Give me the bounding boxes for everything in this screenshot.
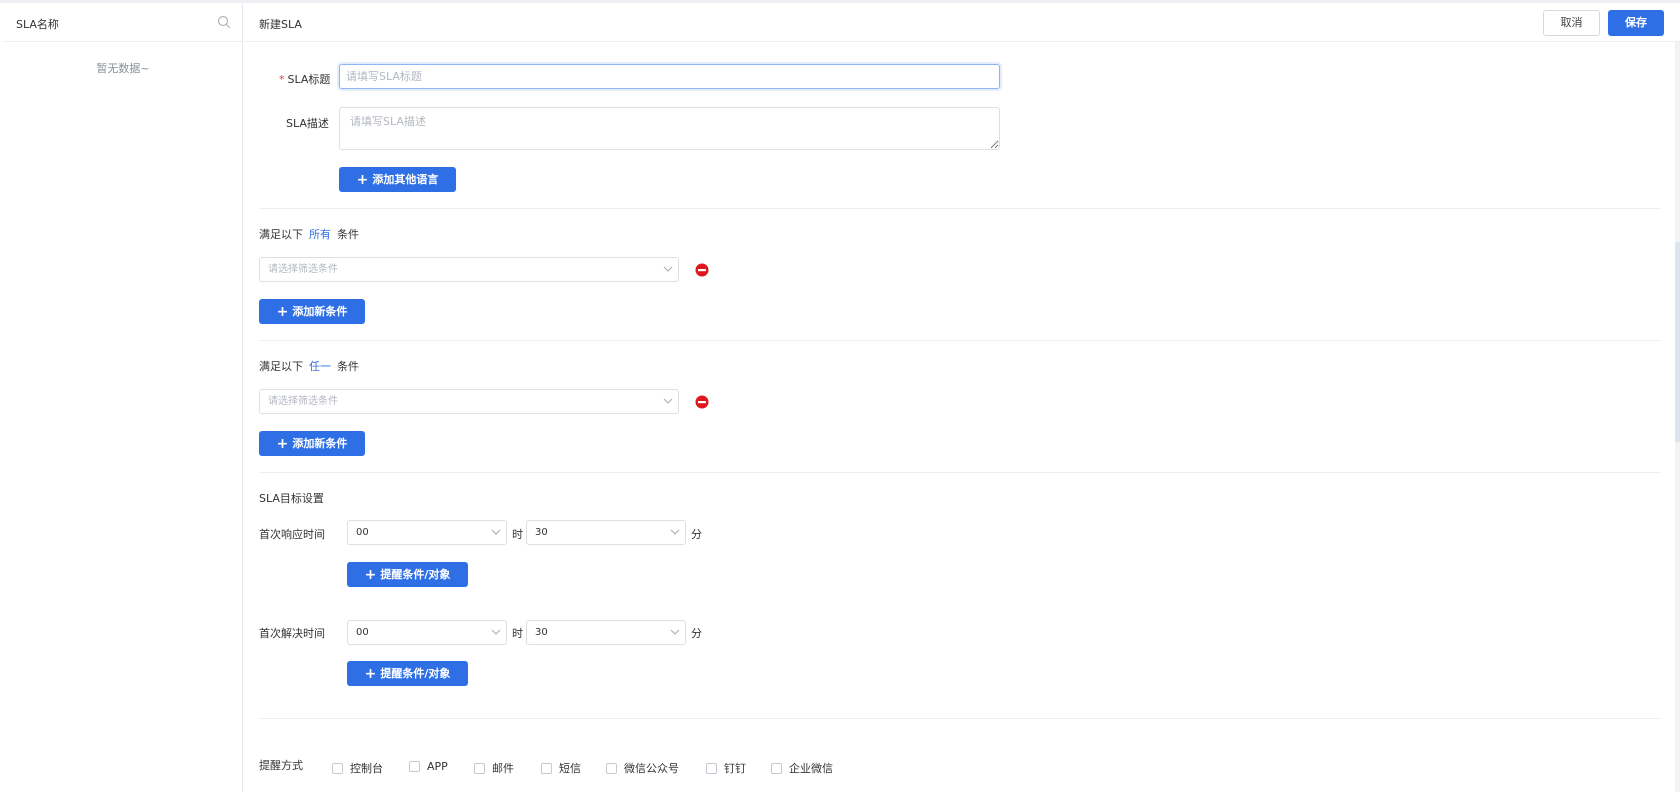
condition-mode-all-link[interactable]: 所有	[309, 228, 331, 241]
reminder-method-label: 提醒方式	[259, 759, 303, 772]
condition-group-any-header: 满足以下 任一 条件	[259, 358, 359, 374]
search-icon[interactable]	[217, 15, 231, 29]
checkbox-label: 控制台	[350, 762, 383, 775]
first-response-remind-button[interactable]: + 提醒条件/对象	[347, 562, 468, 587]
remove-condition-icon[interactable]	[695, 263, 709, 277]
checkbox-label: 微信公众号	[624, 762, 679, 775]
hours-value: 00	[356, 627, 369, 638]
condition-suffix: 条件	[337, 360, 359, 373]
condition-suffix: 条件	[337, 228, 359, 241]
divider	[259, 208, 1661, 209]
scrollbar[interactable]	[1675, 42, 1680, 792]
plus-icon: +	[364, 567, 377, 583]
sla-target-section-title: SLA目标设置	[259, 492, 324, 505]
first-resolve-hours-select[interactable]: 00	[347, 620, 507, 645]
condition-select-placeholder: 请选择筛选条件	[268, 264, 338, 275]
sla-title-label: * SLA标题	[279, 71, 330, 87]
first-response-minutes-select[interactable]: 30	[526, 520, 686, 545]
remove-condition-icon[interactable]	[695, 395, 709, 409]
sla-form: *SLA标题 SLA描述 +添加其他语言 满足以下所有条件 请选择筛选条件 +添…	[244, 42, 1674, 792]
reminder-option-wecom[interactable]: 企业微信	[771, 760, 833, 776]
checkbox-label: 钉钉	[724, 762, 746, 775]
divider	[259, 472, 1661, 473]
hour-unit: 时	[512, 528, 523, 541]
sla-search-box[interactable]: SLA名称	[3, 3, 243, 42]
minutes-value: 30	[535, 627, 548, 638]
condition-select-any[interactable]: 请选择筛选条件	[259, 389, 679, 414]
condition-select-placeholder: 请选择筛选条件	[268, 396, 338, 407]
condition-group-all-header: 满足以下 所有 条件	[259, 226, 359, 242]
sla-title-input[interactable]	[339, 64, 1000, 89]
add-language-button[interactable]: + 添加其他语言	[339, 167, 456, 192]
reminder-option-console[interactable]: 控制台	[332, 760, 383, 776]
plus-icon: +	[276, 436, 289, 452]
sla-list-sidebar: SLA名称 暂无数据~	[3, 3, 243, 792]
reminder-option-wechat-official[interactable]: 微信公众号	[606, 760, 679, 776]
chevron-down-icon	[663, 266, 673, 272]
reminder-option-app[interactable]: APP	[409, 760, 448, 773]
condition-prefix: 满足以下	[259, 360, 303, 373]
first-response-time-label: 首次响应时间	[259, 528, 325, 541]
empty-state-text: 暂无数据~	[96, 62, 150, 75]
checkbox[interactable]	[541, 762, 552, 774]
plus-icon: +	[364, 666, 377, 682]
first-resolve-minutes-select[interactable]: 30	[526, 620, 686, 645]
sla-search-input[interactable]: SLA名称	[16, 16, 59, 32]
sla-desc-label: SLA描述	[286, 117, 329, 130]
minutes-value: 30	[535, 527, 548, 538]
condition-select-all[interactable]: 请选择筛选条件	[259, 257, 679, 282]
add-condition-label: 添加新条件	[292, 437, 348, 450]
first-resolve-time-label: 首次解决时间	[259, 627, 325, 640]
first-resolve-remind-button[interactable]: + 提醒条件/对象	[347, 661, 468, 686]
page-header: 新建SLA 取消 保存	[244, 3, 1680, 42]
checkbox-label: 企业微信	[789, 762, 833, 775]
add-language-label: 添加其他语言	[372, 173, 439, 186]
chevron-down-icon	[670, 529, 680, 535]
condition-mode-any-link[interactable]: 任一	[309, 360, 331, 373]
checkbox[interactable]	[474, 762, 485, 774]
checkbox[interactable]	[409, 761, 420, 772]
divider	[259, 340, 1661, 341]
remind-label: 提醒条件/对象	[380, 667, 451, 680]
sla-desc-textarea[interactable]	[339, 107, 1000, 150]
chevron-down-icon	[491, 529, 501, 535]
plus-icon: +	[276, 304, 289, 320]
add-condition-all-button[interactable]: + 添加新条件	[259, 299, 365, 324]
checkbox[interactable]	[706, 762, 717, 774]
checkbox-label: 邮件	[492, 762, 514, 775]
cancel-button[interactable]: 取消	[1543, 10, 1600, 36]
reminder-option-sms[interactable]: 短信	[541, 760, 581, 776]
checkbox-label: 短信	[559, 762, 581, 775]
condition-prefix: 满足以下	[259, 228, 303, 241]
required-mark: *	[279, 73, 285, 86]
reminder-option-dingtalk[interactable]: 钉钉	[706, 760, 746, 776]
scrollbar-thumb[interactable]	[1675, 242, 1680, 442]
chevron-down-icon	[670, 629, 680, 635]
plus-icon: +	[356, 172, 369, 188]
page-title: 新建SLA	[259, 18, 302, 31]
chevron-down-icon	[663, 398, 673, 404]
first-response-hours-select[interactable]: 00	[347, 520, 507, 545]
checkbox[interactable]	[606, 762, 617, 774]
minute-unit: 分	[691, 528, 702, 541]
checkbox[interactable]	[332, 762, 343, 774]
divider	[259, 718, 1661, 719]
checkbox-label: APP	[427, 760, 448, 773]
hours-value: 00	[356, 527, 369, 538]
reminder-option-email[interactable]: 邮件	[474, 760, 514, 776]
hour-unit: 时	[512, 627, 523, 640]
minute-unit: 分	[691, 627, 702, 640]
remind-label: 提醒条件/对象	[380, 568, 451, 581]
add-condition-label: 添加新条件	[292, 305, 348, 318]
save-button[interactable]: 保存	[1608, 10, 1664, 36]
add-condition-any-button[interactable]: + 添加新条件	[259, 431, 365, 456]
chevron-down-icon	[491, 629, 501, 635]
checkbox[interactable]	[771, 762, 782, 774]
sla-title-label-text: SLA标题	[287, 73, 331, 86]
